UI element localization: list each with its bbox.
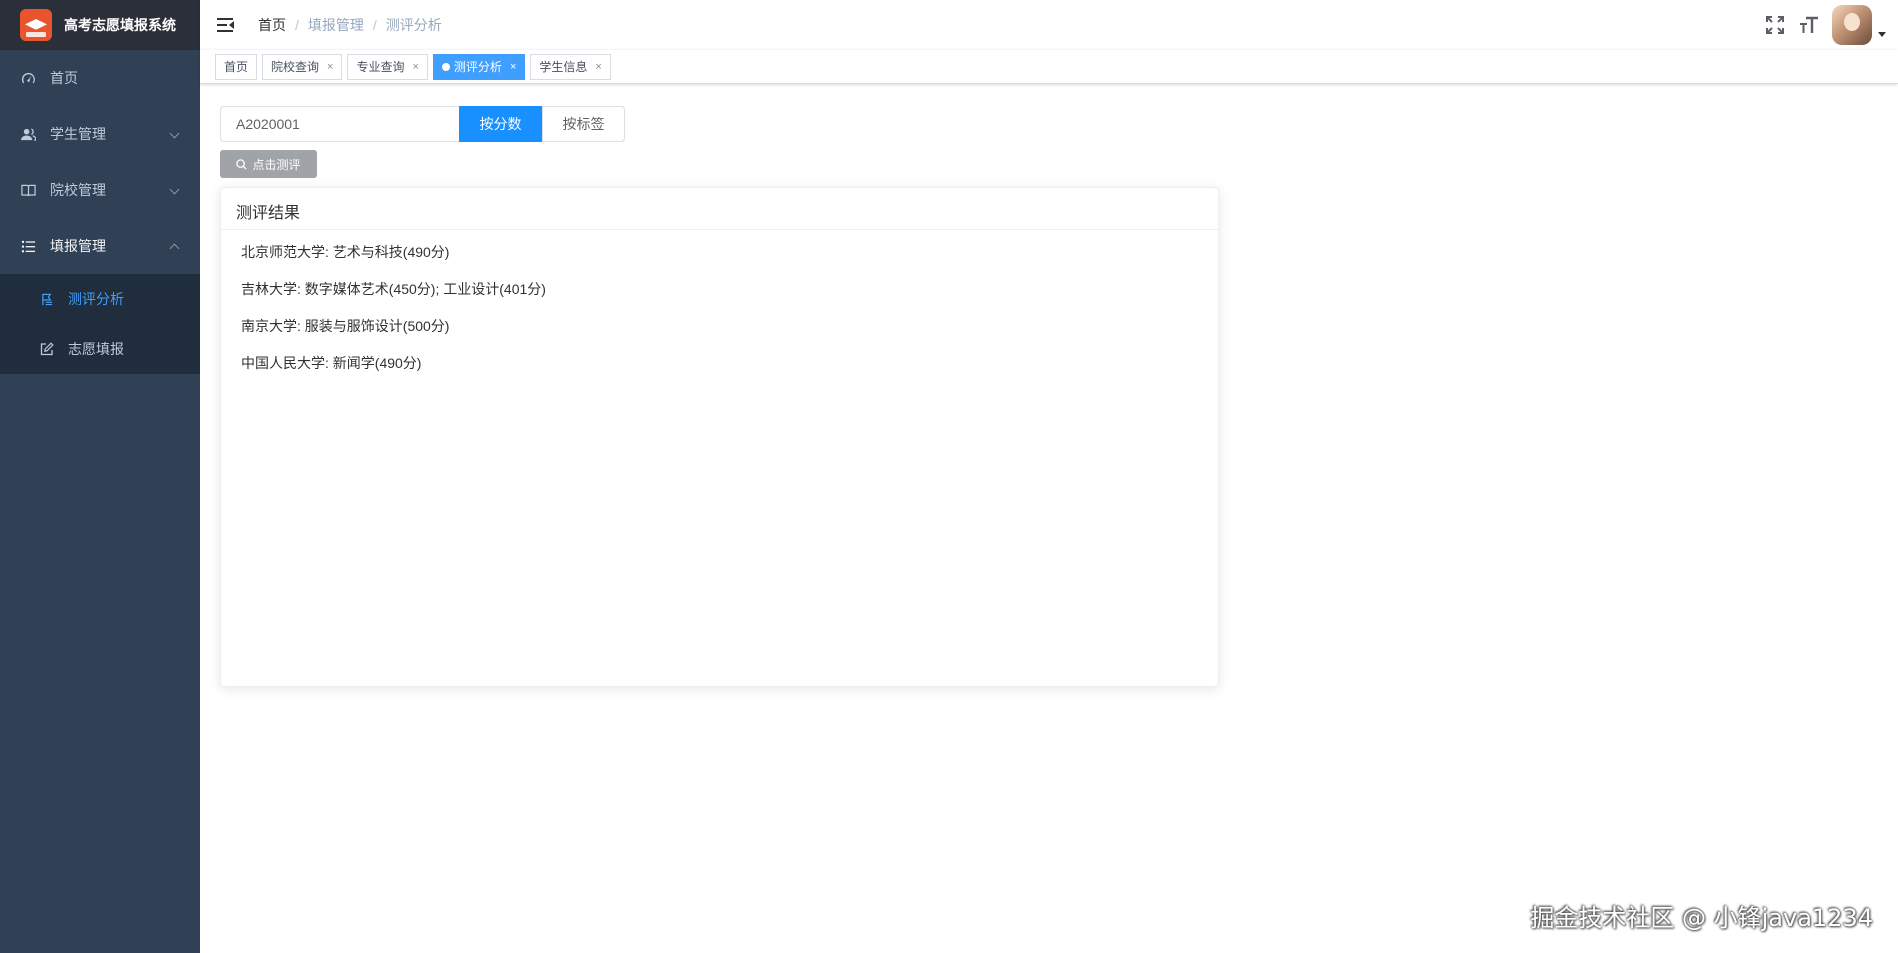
tag-college-query[interactable]: 院校查询 × <box>262 53 343 80</box>
chevron-down-icon <box>169 184 180 195</box>
results-card: 测评结果 北京师范大学: 艺术与科技(490分) 吉林大学: 数字媒体艺术(45… <box>220 187 1219 687</box>
result-line: 中国人民大学: 新闻学(490分) <box>241 355 422 371</box>
result-line: 吉林大学: 数字媒体艺术(450分); 工业设计(401分) <box>241 281 546 297</box>
sidebar-item-fill-in[interactable]: 志愿填报 <box>0 324 200 374</box>
fullscreen-icon[interactable] <box>1764 14 1786 36</box>
breadcrumb-item-application: 填报管理 <box>307 17 364 33</box>
logo-icon <box>20 9 52 41</box>
search-icon <box>236 158 248 170</box>
tag-label: 测评分析 <box>453 59 502 74</box>
submenu-label: 志愿填报 <box>68 341 124 357</box>
font-size-icon[interactable] <box>1798 14 1820 36</box>
breadcrumb-item-home[interactable]: 首页 <box>258 15 286 35</box>
book-icon <box>20 182 36 198</box>
tag-student-info[interactable]: 学生信息 × <box>530 53 611 80</box>
edit-icon <box>40 342 54 356</box>
results-body: 北京师范大学: 艺术与科技(490分) 吉林大学: 数字媒体艺术(450分); … <box>221 230 1218 406</box>
close-icon[interactable]: × <box>510 55 516 79</box>
sidebar-item-label: 首页 <box>50 70 78 86</box>
chevron-up-icon <box>169 243 180 254</box>
user-icon <box>20 126 36 142</box>
avatar[interactable] <box>1832 5 1872 45</box>
result-line: 北京师范大学: 艺术与科技(490分) <box>241 244 450 260</box>
breadcrumb-item-current: 测评分析 <box>385 17 442 33</box>
flag-icon <box>40 292 54 306</box>
close-icon[interactable]: × <box>595 55 601 79</box>
results-title: 测评结果 <box>221 188 1218 230</box>
evaluate-button[interactable]: 点击测评 <box>220 150 317 178</box>
active-dot-icon <box>441 62 450 71</box>
tag-home[interactable]: 首页 <box>215 53 258 80</box>
sidebar-item-home[interactable]: 首页 <box>0 50 200 106</box>
tag-evaluation[interactable]: 测评分析 × <box>432 53 526 80</box>
dashboard-icon <box>20 70 36 86</box>
tag-label: 首页 <box>224 59 249 74</box>
submenu-label: 测评分析 <box>68 291 124 307</box>
close-icon[interactable]: × <box>412 55 418 79</box>
hamburger-icon[interactable] <box>217 17 234 33</box>
sidebar-item-label: 学生管理 <box>50 126 106 142</box>
application-submenu: 测评分析 志愿填报 <box>0 274 200 374</box>
navbar-right <box>1764 0 1886 50</box>
search-row: 按分数 按标签 <box>220 106 625 142</box>
student-id-input[interactable] <box>220 106 459 142</box>
top-navbar: 首页 / 填报管理 / 测评分析 <box>200 0 1898 50</box>
sidebar-item-label: 院校管理 <box>50 182 106 198</box>
result-line: 南京大学: 服装与服饰设计(500分) <box>241 318 450 334</box>
tag-label: 专业查询 <box>356 59 405 74</box>
tag-label: 院校查询 <box>271 59 320 74</box>
by-score-button[interactable]: 按分数 <box>459 106 542 142</box>
watermark: 掘金技术社区 @ 小锋java1234 <box>1530 904 1873 932</box>
breadcrumb: 首页 / 填报管理 / 测评分析 <box>258 15 442 35</box>
sidebar: 高考志愿填报系统 首页 学生管理 院校管理 填报管理 测评分析 志愿填报 <box>0 0 200 953</box>
sidebar-item-application[interactable]: 填报管理 <box>0 218 200 274</box>
tag-major-query[interactable]: 专业查询 × <box>347 53 428 80</box>
caret-down-icon[interactable] <box>1878 31 1886 37</box>
sidebar-item-students[interactable]: 学生管理 <box>0 106 200 162</box>
tags-view: 首页 院校查询 × 专业查询 × 测评分析 × 学生信息 × <box>200 50 1898 84</box>
sidebar-item-colleges[interactable]: 院校管理 <box>0 162 200 218</box>
app-title: 高考志愿填报系统 <box>64 17 176 33</box>
sidebar-item-label: 填报管理 <box>50 238 106 254</box>
tag-label: 学生信息 <box>539 59 588 74</box>
sidebar-logo[interactable]: 高考志愿填报系统 <box>0 0 200 50</box>
close-icon[interactable]: × <box>327 55 333 79</box>
main-content: 按分数 按标签 点击测评 测评结果 北京师范大学: 艺术与科技(490分) 吉林… <box>200 84 1898 953</box>
by-tag-button[interactable]: 按标签 <box>542 106 625 142</box>
chevron-down-icon <box>169 128 180 139</box>
evaluate-button-label: 点击测评 <box>252 157 301 172</box>
sidebar-item-evaluation[interactable]: 测评分析 <box>0 274 200 324</box>
list-icon <box>20 238 36 254</box>
